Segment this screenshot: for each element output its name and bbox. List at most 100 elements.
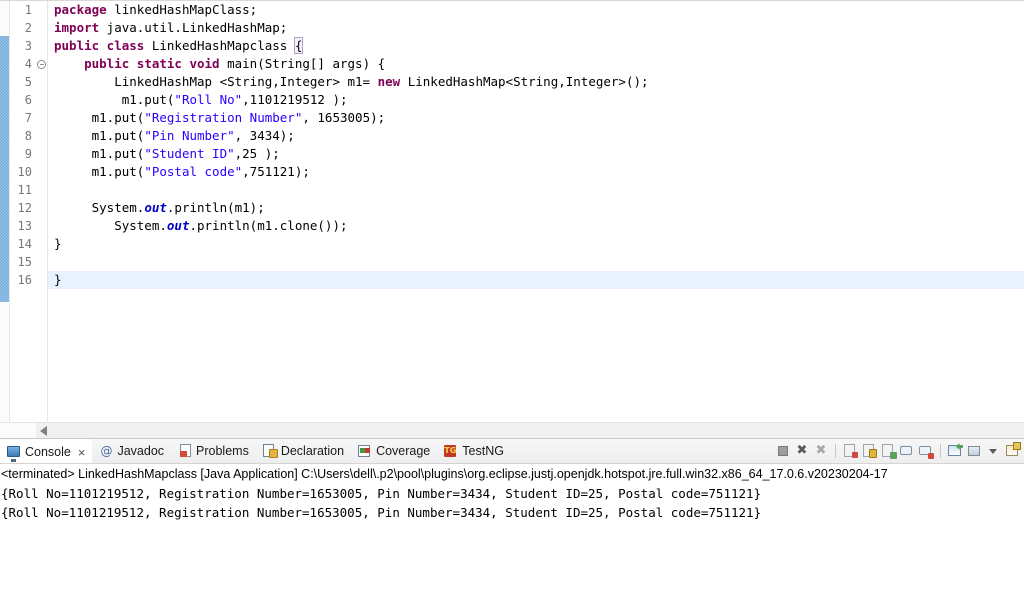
scroll-lock-icon — [863, 444, 874, 457]
line-number — [10, 361, 35, 379]
code-line[interactable]: LinkedHashMap <String,Integer> m1= new L… — [48, 73, 1024, 91]
editor-horizontal-scrollbar[interactable] — [36, 422, 1024, 438]
tab-label: Javadoc — [117, 444, 165, 458]
tab-declaration[interactable]: Declaration — [256, 439, 351, 463]
code-line[interactable]: m1.put("Student ID",25 ); — [48, 145, 1024, 163]
problems-error-icon — [178, 444, 192, 458]
code-line[interactable] — [48, 325, 1024, 343]
line-number: 10 — [17, 165, 32, 179]
separator-2 — [940, 444, 941, 458]
fold-slot — [35, 271, 47, 289]
show-console-on-error-button[interactable] — [918, 443, 934, 459]
code-token: } — [54, 236, 62, 251]
terminate-all-icon: ✖ — [796, 443, 808, 458]
console-output-area[interactable]: <terminated> LinkedHashMapclass [Java Ap… — [0, 464, 1024, 600]
line-number: 9 — [24, 147, 32, 161]
fold-slot — [35, 109, 47, 127]
code-line[interactable] — [48, 307, 1024, 325]
display-selected-console-button[interactable] — [966, 443, 982, 459]
fold-slot — [35, 361, 47, 379]
fold-slot — [35, 217, 47, 235]
code-token: main(String[] args) { — [219, 56, 386, 71]
line-number: 7 — [24, 111, 32, 125]
java-editor[interactable]: 1 2 3 4 5 6 7 8 9 10 11 12 13 14 15 16 package linkedHa… — [0, 0, 1024, 438]
code-line[interactable] — [48, 361, 1024, 379]
console-output-line: {Roll No=1101219512, Registration Number… — [1, 486, 762, 501]
line-number: 5 — [24, 75, 32, 89]
line-number: 11 — [17, 183, 32, 197]
code-line[interactable] — [48, 181, 1024, 199]
separator-1 — [835, 444, 836, 458]
code-line[interactable]: public class LinkedHashMapclass { — [48, 37, 1024, 55]
fold-slot — [35, 91, 47, 109]
change-indicator-bar — [0, 36, 9, 302]
fold-slot — [35, 199, 47, 217]
code-token: public class — [54, 38, 145, 53]
line-number: 15 — [17, 255, 32, 269]
fold-toggle[interactable] — [35, 55, 47, 73]
tab-coverage[interactable]: Coverage — [351, 439, 437, 463]
code-line[interactable] — [48, 253, 1024, 271]
fold-slot — [35, 235, 47, 253]
code-token: java.util.LinkedHashMap; — [99, 20, 288, 35]
code-line[interactable]: import java.util.LinkedHashMap; — [48, 19, 1024, 37]
testng-icon: TG — [444, 444, 458, 458]
code-line[interactable]: public static void main(String[] args) { — [48, 55, 1024, 73]
code-line[interactable]: package linkedHashMapClass; — [48, 1, 1024, 19]
display-selected-console-icon — [968, 446, 980, 456]
console-process-header: <terminated> LinkedHashMapclass [Java Ap… — [1, 467, 888, 481]
code-token: m1.put( — [54, 164, 145, 179]
tab-testng[interactable]: TG TestNG — [437, 439, 511, 463]
open-console-icon — [1006, 445, 1018, 456]
console-menu-dropdown-icon — [989, 449, 997, 454]
code-token: m1.put( — [54, 146, 145, 161]
word-wrap-button[interactable] — [880, 443, 896, 459]
code-folding-column[interactable] — [35, 1, 48, 438]
fold-slot — [35, 37, 47, 55]
scroll-lock-button[interactable] — [861, 443, 877, 459]
code-line[interactable]: System.out.println(m1.clone()); — [48, 217, 1024, 235]
code-line[interactable] — [48, 379, 1024, 397]
code-line[interactable] — [48, 289, 1024, 307]
close-icon[interactable]: × — [78, 446, 86, 459]
code-token: ,751121); — [242, 164, 310, 179]
code-line[interactable] — [48, 343, 1024, 361]
triangle-left-icon[interactable] — [40, 426, 47, 436]
fold-collapse-icon[interactable] — [37, 60, 46, 69]
line-number: 1 — [24, 3, 32, 17]
line-number-gutter: 1 2 3 4 5 6 7 8 9 10 11 12 13 14 15 16 — [10, 1, 35, 438]
line-number: 3 — [24, 39, 32, 53]
show-console-on-output-button[interactable] — [899, 443, 915, 459]
code-token: linkedHashMapClass; — [106, 2, 258, 17]
code-line[interactable]: System.out.println(m1); — [48, 199, 1024, 217]
code-line[interactable]: m1.put("Pin Number", 3434); — [48, 127, 1024, 145]
terminate-button[interactable] — [775, 443, 791, 459]
code-line[interactable]: m1.put("Registration Number", 1653005); — [48, 109, 1024, 127]
fold-slot — [35, 307, 47, 325]
code-line[interactable] — [48, 397, 1024, 415]
line-number: 13 — [17, 219, 32, 233]
console-menu-dropdown[interactable] — [985, 443, 1001, 459]
tab-label: Declaration — [280, 444, 345, 458]
code-text-area[interactable]: package linkedHashMapClass; import java.u… — [48, 1, 1024, 438]
line-number: 8 — [24, 129, 32, 143]
pin-console-button[interactable] — [947, 443, 963, 459]
code-token: package — [54, 2, 107, 17]
line-number: 2 — [24, 21, 32, 35]
terminate-all-button[interactable]: ✖ — [794, 443, 810, 459]
code-line[interactable]: m1.put("Roll No",1101219512 ); — [48, 91, 1024, 109]
clear-console-button[interactable] — [842, 443, 858, 459]
code-token: LinkedHashMap<String,Integer>(); — [400, 74, 649, 89]
code-token: } — [54, 272, 62, 287]
open-console-button[interactable] — [1004, 443, 1020, 459]
code-line[interactable]: m1.put("Postal code",751121); — [48, 163, 1024, 181]
tab-problems[interactable]: Problems — [171, 439, 256, 463]
tab-console[interactable]: Console × — [0, 439, 93, 463]
fold-slot — [35, 73, 47, 91]
fold-slot — [35, 1, 47, 19]
code-line[interactable]: } — [48, 271, 1024, 289]
code-line[interactable]: } — [48, 235, 1024, 253]
javadoc-at-icon-glyph: @ — [100, 444, 113, 458]
tab-javadoc[interactable]: @ Javadoc — [92, 439, 171, 463]
remove-all-terminated-button[interactable]: ✖ — [813, 443, 829, 459]
